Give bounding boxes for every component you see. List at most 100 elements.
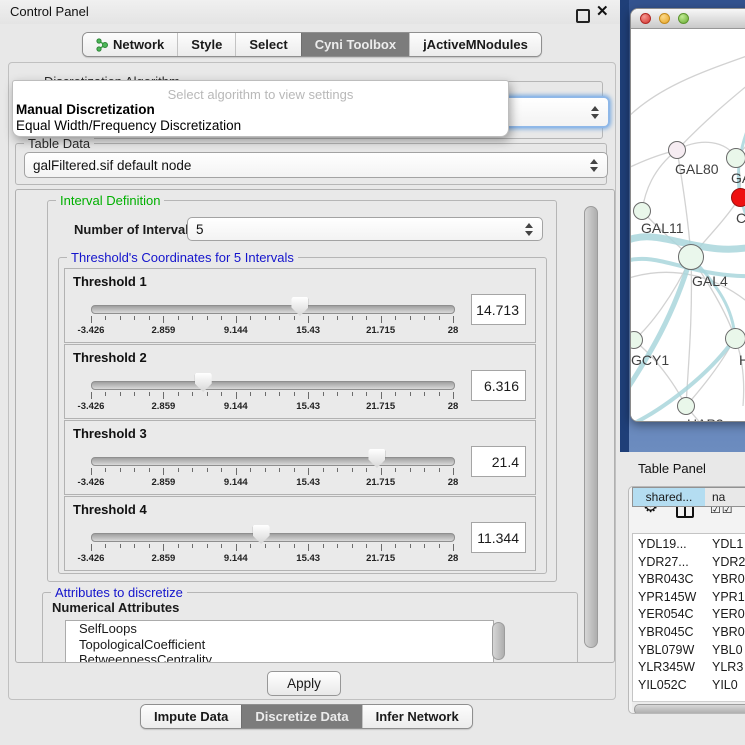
slider-scale-label: 15.43 <box>296 325 320 336</box>
cell-shared-name[interactable]: YIL052C <box>638 678 687 692</box>
slider-scale-label: 15.43 <box>296 553 320 564</box>
network-node-hap2[interactable] <box>677 397 695 415</box>
network-node-c[interactable] <box>731 188 745 207</box>
dropdown-option-manual[interactable]: Manual Discretization <box>16 102 496 117</box>
slider-scale-label: 28 <box>448 553 459 564</box>
settings-scroll-panel: Interval Definition Number of Intervals … <box>15 189 615 663</box>
tab-label: Discretize Data <box>255 709 348 724</box>
network-node-gal4[interactable] <box>678 244 704 270</box>
cell-shared-name[interactable]: YDR27... <box>638 555 689 569</box>
cell-name[interactable]: YER0 <box>712 607 745 621</box>
number-of-intervals-spinner[interactable]: 5 <box>187 217 543 241</box>
cyni-toolbox-content: Discretization Algorithm Table Data galF… <box>8 62 616 700</box>
zoom-traffic-icon[interactable] <box>678 13 689 24</box>
minimize-traffic-icon[interactable] <box>659 13 670 24</box>
slider-scale-label: 9.144 <box>224 325 248 336</box>
network-node-h[interactable] <box>725 328 745 349</box>
threshold-box-3: Threshold 3-3.4262.8599.14415.4321.71528… <box>64 420 536 495</box>
attribute-item[interactable]: BetweennessCentrality <box>66 652 493 663</box>
table-data-title: Table Data <box>24 136 94 151</box>
tab-cyni-toolbox[interactable]: Cyni Toolbox <box>301 33 409 56</box>
table-hscroll-track[interactable] <box>632 701 745 714</box>
threshold-label: Threshold 3 <box>73 426 147 441</box>
table-row[interactable]: YPR145W YPR1 <box>633 589 745 607</box>
cell-shared-name[interactable]: YLR345W <box>638 660 695 674</box>
slider-scale-label: 28 <box>448 401 459 412</box>
tab-network[interactable]: Network <box>83 33 177 56</box>
network-node-gal80[interactable] <box>668 141 686 159</box>
node-label: GAL11 <box>641 220 684 236</box>
apply-button[interactable]: Apply <box>267 671 341 696</box>
tab-jactivemnodules[interactable]: jActiveMNodules <box>409 33 541 56</box>
attributes-list-scrollbar[interactable] <box>492 622 505 660</box>
slider-scale-label: 2.859 <box>152 553 176 564</box>
cell-shared-name[interactable]: YDL19... <box>638 537 687 551</box>
slider-track[interactable] <box>91 305 455 314</box>
cell-shared-name[interactable]: YBR043C <box>638 572 694 586</box>
cell-name[interactable]: YPR1 <box>712 590 745 604</box>
cell-name[interactable]: YBR0 <box>712 572 745 586</box>
float-window-icon[interactable] <box>576 9 590 23</box>
slider-track[interactable] <box>91 381 455 390</box>
cell-name[interactable]: YIL0 <box>712 678 738 692</box>
tab-discretize-data[interactable]: Discretize Data <box>241 705 361 728</box>
right-region: GAL80GACGAL11GAL4GCY1HHAP2 Table Panel ⚙… <box>620 0 745 745</box>
attribute-item[interactable]: SelfLoops <box>66 621 493 637</box>
threshold-value-field[interactable]: 14.713 <box>471 294 526 325</box>
cell-name[interactable]: YDR2 <box>712 555 745 569</box>
tab-style[interactable]: Style <box>177 33 235 56</box>
tab-label: Cyni Toolbox <box>315 37 396 52</box>
slider-scale-label: 9.144 <box>224 553 248 564</box>
close-traffic-icon[interactable] <box>640 13 651 24</box>
table-row[interactable]: YER054C YER0 <box>633 606 745 624</box>
network-window-titlebar[interactable] <box>631 9 745 29</box>
cell-name[interactable]: YLR3 <box>712 660 743 674</box>
threshold-value-field[interactable]: 6.316 <box>471 370 526 401</box>
close-icon[interactable]: ✕ <box>596 2 609 22</box>
tab-select[interactable]: Select <box>235 33 300 56</box>
slider-ticks <box>91 392 453 400</box>
table-row[interactable]: YBR045C YBR0 <box>633 624 745 642</box>
network-node-ga[interactable] <box>726 148 745 168</box>
tab-infer-network[interactable]: Infer Network <box>362 705 472 728</box>
table-row[interactable]: YLR345W YLR3 <box>633 659 745 677</box>
control-panel-title: Control Panel <box>10 4 89 19</box>
slider-scale-label: 21.715 <box>366 477 395 488</box>
control-panel: Control Panel ✕ NetworkStyleSelect Cyni T… <box>0 0 620 745</box>
table-row[interactable]: YDR27... YDR2 <box>633 554 745 572</box>
cell-shared-name[interactable]: YBL079W <box>638 643 694 657</box>
tab-impute-data[interactable]: Impute Data <box>141 705 241 728</box>
slider-track[interactable] <box>91 457 455 466</box>
cell-shared-name[interactable]: YBR045C <box>638 625 694 639</box>
table-row[interactable]: YDL19... YDL1 <box>633 536 745 554</box>
slider-scale-label: 9.144 <box>224 477 248 488</box>
slider-scale-label: -3.426 <box>78 553 105 564</box>
panel-scrollbar[interactable] <box>584 206 598 648</box>
dropdown-option-equal-width[interactable]: Equal Width/Frequency Discretization <box>16 118 496 133</box>
network-canvas[interactable]: GAL80GACGAL11GAL4GCY1HHAP2 <box>631 29 745 421</box>
cell-shared-name[interactable]: YPR145W <box>638 590 696 604</box>
slider-scale-label: -3.426 <box>78 401 105 412</box>
spinner-arrows-icon <box>524 223 534 236</box>
node-label: GCY1 <box>631 352 669 368</box>
threshold-value-field[interactable]: 21.4 <box>471 446 526 477</box>
slider-ticks <box>91 316 453 324</box>
table-row[interactable]: YBL079W YBL0 <box>633 642 745 660</box>
column-header-shared[interactable]: shared... <box>632 487 706 507</box>
table-row[interactable]: YIL052C YIL0 <box>633 677 745 695</box>
column-header-name[interactable]: na <box>705 487 745 507</box>
cell-shared-name[interactable]: YER054C <box>638 607 694 621</box>
slider-track[interactable] <box>91 533 455 542</box>
top-tab-bar: NetworkStyleSelect Cyni Toolbox jActiveMNo… <box>82 32 542 57</box>
threshold-value-field[interactable]: 11.344 <box>471 522 526 553</box>
cell-name[interactable]: YDL1 <box>712 537 743 551</box>
thresholds-group-title: Threshold's Coordinates for 5 Intervals <box>67 250 298 265</box>
table-data-select[interactable]: galFiltered.sif default node <box>24 152 608 178</box>
table-row[interactable]: YBR043C YBR0 <box>633 571 745 589</box>
network-node-gal11[interactable] <box>633 202 651 220</box>
attribute-item[interactable]: TopologicalCoefficient <box>66 637 493 653</box>
cell-name[interactable]: YBL0 <box>712 643 743 657</box>
cell-name[interactable]: YBR0 <box>712 625 745 639</box>
table-hscroll-thumb[interactable] <box>634 704 745 714</box>
slider-scale-label: 15.43 <box>296 477 320 488</box>
